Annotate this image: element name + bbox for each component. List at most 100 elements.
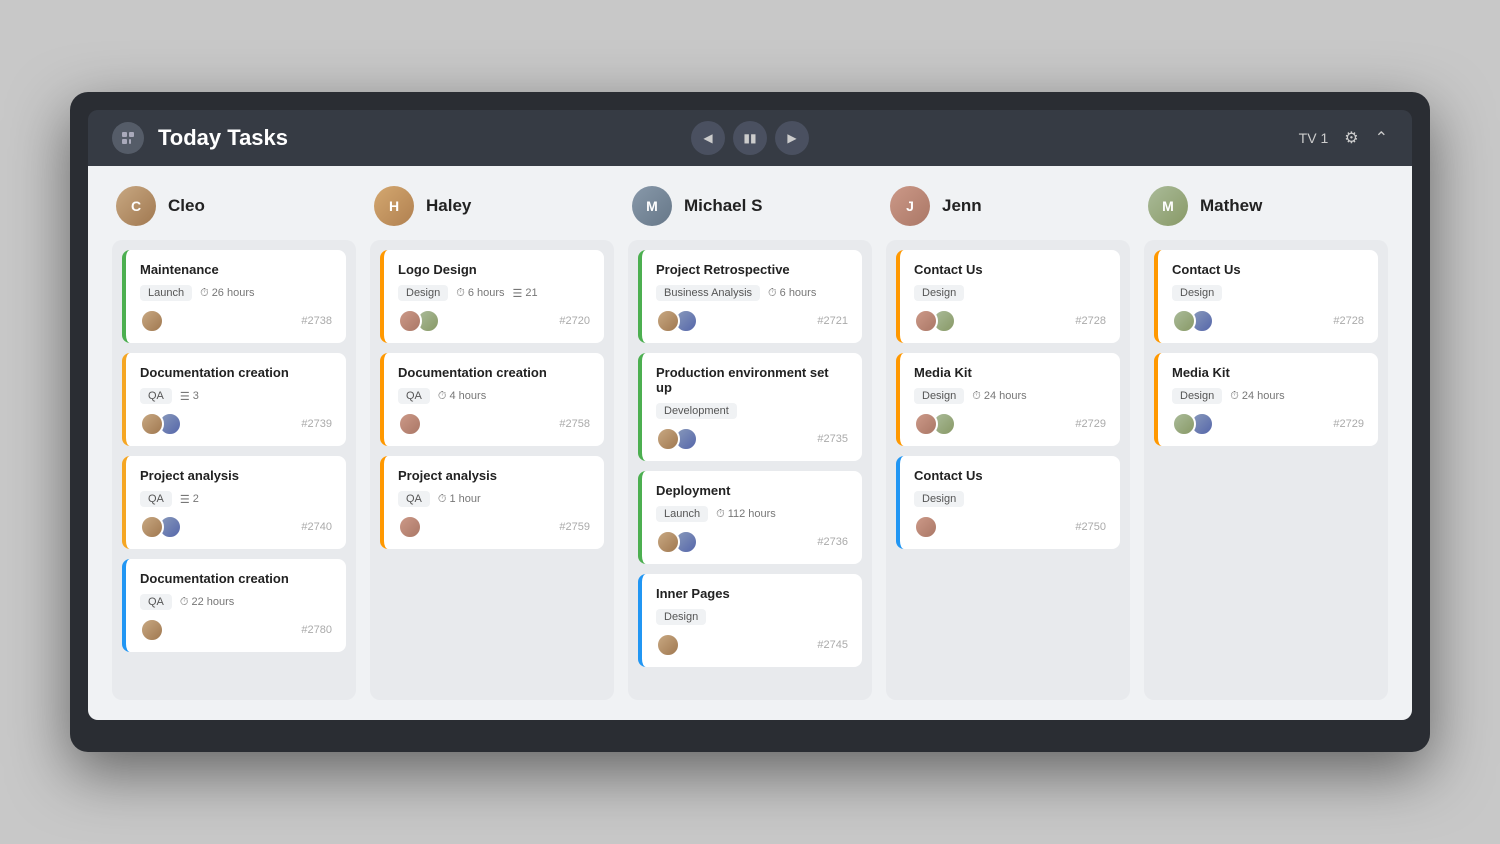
- card-footer: #2728: [1172, 309, 1364, 333]
- card-avatars: [1172, 309, 1208, 333]
- card-tag: QA: [398, 388, 430, 404]
- column-haley: HHaleyLogo DesignDesign⏱ 6 hours☰ 21#272…: [370, 186, 614, 700]
- mini-avatar: [656, 427, 680, 451]
- task-card[interactable]: Contact UsDesign#2728: [1154, 250, 1378, 343]
- task-card[interactable]: Production environment set upDevelopment…: [638, 353, 862, 461]
- card-id: #2758: [559, 418, 590, 430]
- card-meta: QA ⏱ 1 hour: [398, 491, 590, 507]
- card-avatars: [914, 412, 950, 436]
- card-tag: Design: [914, 388, 964, 404]
- card-id: #2729: [1333, 418, 1364, 430]
- card-avatars: [140, 309, 158, 333]
- prev-button[interactable]: ◀: [691, 121, 725, 155]
- mini-avatar: [398, 309, 422, 333]
- playback-controls: ◀ ▮▮ ▶: [691, 121, 809, 155]
- avatar-cleo: C: [116, 186, 156, 226]
- task-card[interactable]: Inner Pages Design #2745: [638, 574, 862, 667]
- task-card[interactable]: Contact UsDesign#2728: [896, 250, 1120, 343]
- task-card[interactable]: Documentation creation QA ⏱ 4 hours #2758: [380, 353, 604, 446]
- columns-grid: CCleo MaintenanceLaunch⏱ 26 hours#2738 Doc…: [112, 186, 1388, 700]
- task-card[interactable]: Documentation creationQA⏱ 22 hours#2780: [122, 559, 346, 652]
- card-id: #2735: [817, 433, 848, 445]
- card-footer: #2758: [398, 412, 590, 436]
- card-id: #2750: [1075, 521, 1106, 533]
- cards-container-haley: Logo DesignDesign⏱ 6 hours☰ 21#2720Docum…: [370, 240, 614, 700]
- mini-avatar: [656, 633, 680, 657]
- card-title: Documentation creation: [140, 365, 332, 380]
- card-avatars: [398, 412, 416, 436]
- column-header-cleo: CCleo: [112, 186, 356, 226]
- next-button[interactable]: ▶: [775, 121, 809, 155]
- card-footer: #2759: [398, 515, 590, 539]
- card-id: #2740: [301, 521, 332, 533]
- card-avatars: [914, 309, 950, 333]
- page-title: Today Tasks: [158, 125, 288, 151]
- card-avatars: [656, 309, 692, 333]
- card-hours: ⏱ 22 hours: [180, 596, 234, 609]
- card-hours: ⏱ 4 hours: [438, 390, 486, 403]
- card-avatars: [398, 515, 416, 539]
- card-hours: ⏱ 6 hours: [768, 287, 816, 300]
- mini-avatar: [398, 412, 422, 436]
- card-avatars: [398, 309, 434, 333]
- card-meta: Launch⏱ 26 hours: [140, 285, 332, 301]
- avatar-jenn: J: [890, 186, 930, 226]
- task-card[interactable]: MaintenanceLaunch⏱ 26 hours#2738: [122, 250, 346, 343]
- task-card[interactable]: Project RetrospectiveBusiness Analysis⏱ …: [638, 250, 862, 343]
- task-card[interactable]: Project analysis QA☰ 2 #2740: [122, 456, 346, 549]
- card-tag: Design: [1172, 388, 1222, 404]
- card-avatars: [140, 412, 176, 436]
- card-title: Inner Pages: [656, 586, 848, 601]
- card-avatars: [914, 515, 932, 539]
- card-tag: Launch: [140, 285, 192, 301]
- collapse-icon[interactable]: ⌃: [1375, 128, 1388, 148]
- card-footer: #2720: [398, 309, 590, 333]
- card-meta: Design: [914, 491, 1106, 507]
- card-meta: Development: [656, 403, 848, 419]
- card-tag: QA: [398, 491, 430, 507]
- card-footer: #2728: [914, 309, 1106, 333]
- card-avatars: [140, 515, 176, 539]
- task-card[interactable]: Logo DesignDesign⏱ 6 hours☰ 21#2720: [380, 250, 604, 343]
- mini-avatar: [1172, 309, 1196, 333]
- column-name-mathew: Mathew: [1200, 196, 1262, 216]
- card-avatars: [656, 530, 692, 554]
- mini-avatar: [1172, 412, 1196, 436]
- header-bar: Today Tasks ◀ ▮▮ ▶ TV 1 ⚙ ⌃: [88, 110, 1412, 166]
- settings-icon[interactable]: ⚙: [1344, 128, 1358, 148]
- card-footer: #2729: [1172, 412, 1364, 436]
- task-card[interactable]: Contact Us Design #2750: [896, 456, 1120, 549]
- card-meta: Design⏱ 24 hours: [914, 388, 1106, 404]
- task-card[interactable]: Project analysisQA⏱ 1 hour#2759: [380, 456, 604, 549]
- card-meta: QA☰ 2: [140, 491, 332, 507]
- card-footer: #2739: [140, 412, 332, 436]
- card-tag: Design: [656, 609, 706, 625]
- mini-avatar: [656, 309, 680, 333]
- card-tag: QA: [140, 388, 172, 404]
- card-hours: ⏱ 6 hours: [456, 287, 504, 300]
- task-card[interactable]: DeploymentLaunch⏱ 112 hours#2736: [638, 471, 862, 564]
- task-card[interactable]: Media KitDesign⏱ 24 hours#2729: [896, 353, 1120, 446]
- card-id: #2728: [1075, 315, 1106, 327]
- card-hours: ⏱ 1 hour: [438, 493, 481, 506]
- card-title: Documentation creation: [398, 365, 590, 380]
- card-title: Contact Us: [914, 262, 1106, 277]
- card-count: ☰ 21: [513, 287, 538, 300]
- column-jenn: JJennContact UsDesign#2728Media KitDesig…: [886, 186, 1130, 700]
- pause-button[interactable]: ▮▮: [733, 121, 767, 155]
- mini-avatar: [914, 309, 938, 333]
- mini-avatar: [398, 515, 422, 539]
- mini-avatar: [914, 515, 938, 539]
- task-card[interactable]: Media KitDesign⏱ 24 hours#2729: [1154, 353, 1378, 446]
- card-footer: #2750: [914, 515, 1106, 539]
- card-tag: QA: [140, 491, 172, 507]
- task-card[interactable]: Documentation creation QA ☰ 3 #2739: [122, 353, 346, 446]
- card-tag: Development: [656, 403, 737, 419]
- mini-avatar: [914, 412, 938, 436]
- card-count: ☰ 3: [180, 390, 199, 403]
- card-title: Project analysis: [140, 468, 332, 483]
- card-meta: QA ☰ 3: [140, 388, 332, 404]
- card-id: #2745: [817, 639, 848, 651]
- card-title: Contact Us: [914, 468, 1106, 483]
- card-meta: Design: [656, 609, 848, 625]
